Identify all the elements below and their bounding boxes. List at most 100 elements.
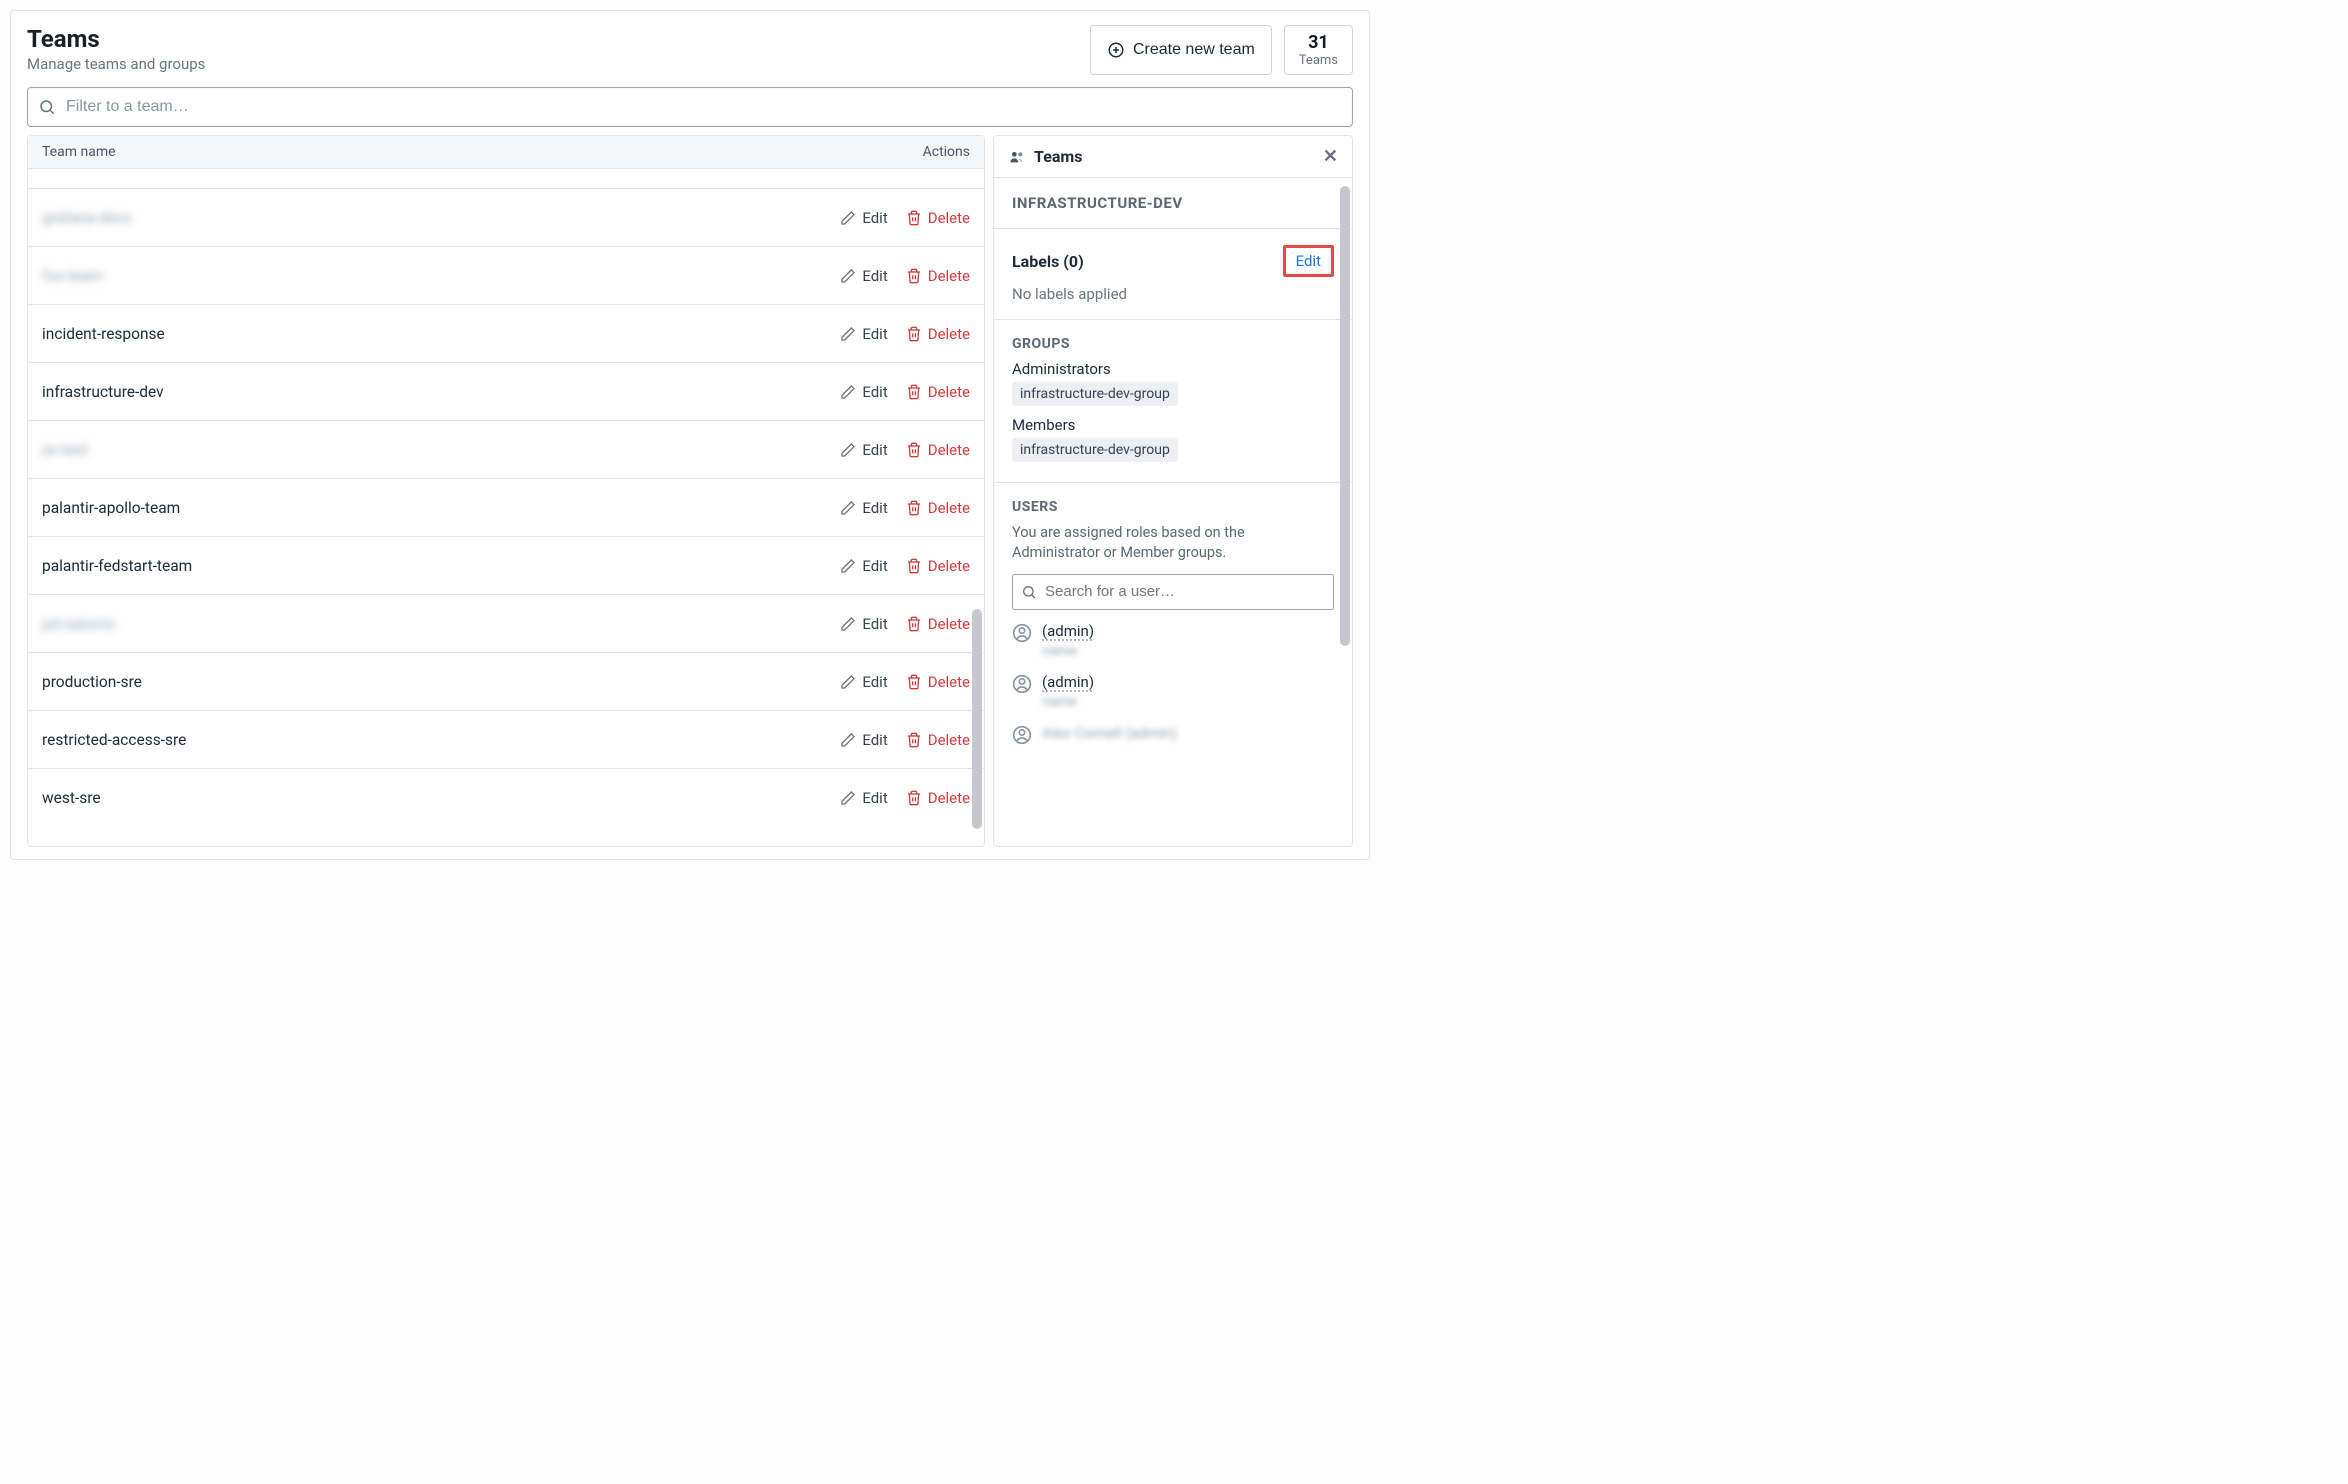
team-name-cell: infrastructure-dev	[42, 383, 840, 401]
table-row[interactable]: incident-responseEditDelete	[28, 305, 984, 363]
edit-label: Edit	[862, 615, 887, 633]
trash-icon	[906, 674, 922, 690]
edit-button[interactable]: Edit	[840, 731, 887, 749]
filter-input-wrap[interactable]	[27, 87, 1353, 127]
team-details-panel: Teams ✕ INFRASTRUCTURE-DEV Labels (0) Ed…	[993, 135, 1353, 847]
delete-button[interactable]: Delete	[906, 209, 970, 227]
avatar	[1012, 725, 1032, 745]
avatar	[1012, 623, 1032, 643]
groups-heading: GROUPS	[1012, 336, 1334, 352]
col-team-name: Team name	[42, 144, 810, 160]
page-title: Teams	[27, 25, 1090, 53]
edit-label: Edit	[862, 325, 887, 343]
pencil-icon	[840, 268, 856, 284]
table-row[interactable]: restricted-access-sreEditDelete	[28, 711, 984, 769]
edit-label: Edit	[862, 789, 887, 807]
trash-icon	[906, 732, 922, 748]
plus-circle-icon	[1107, 41, 1125, 59]
trash-icon	[906, 500, 922, 516]
page-subtitle: Manage teams and groups	[27, 55, 1090, 73]
team-name-cell: jw-test	[42, 441, 840, 459]
user-search-input[interactable]	[1043, 582, 1325, 601]
details-title: Teams	[1034, 147, 1323, 166]
delete-button[interactable]: Delete	[906, 267, 970, 285]
table-row[interactable]: palantir-apollo-team Edit Delete	[28, 479, 984, 537]
edit-button[interactable]: Edit	[840, 673, 887, 691]
delete-button[interactable]: Delete	[906, 673, 970, 691]
team-name-cell: grafana-devs	[42, 209, 840, 227]
edit-button[interactable]: Edit	[840, 325, 887, 343]
administrators-label: Administrators	[1012, 360, 1334, 378]
user-row[interactable]: (admin) name	[1012, 673, 1334, 710]
selected-team-name: INFRASTRUCTURE-DEV	[1012, 194, 1334, 212]
user-circle-icon	[1012, 623, 1032, 643]
user-row[interactable]: (admin)name	[1012, 622, 1334, 659]
table-scrollbar[interactable]	[972, 609, 982, 829]
create-team-label: Create new team	[1133, 41, 1255, 59]
avatar	[1012, 674, 1032, 694]
table-row[interactable]: infrastructure-devEdit Delete	[28, 363, 984, 421]
close-icon[interactable]: ✕	[1323, 146, 1338, 167]
users-heading: USERS	[1012, 499, 1334, 515]
team-count-label: Teams	[1299, 53, 1338, 68]
edit-button[interactable]: Edit	[840, 557, 887, 575]
team-count-number: 31	[1299, 32, 1338, 53]
pencil-icon	[840, 384, 856, 400]
pencil-icon	[840, 500, 856, 516]
delete-button[interactable]: Delete	[906, 499, 970, 517]
create-team-button[interactable]: Create new team	[1090, 25, 1272, 75]
delete-button[interactable]: Delete	[906, 557, 970, 575]
user-search-wrap[interactable]	[1012, 574, 1334, 610]
member-group-chip[interactable]: infrastructure-dev-group	[1012, 438, 1178, 462]
admin-group-chip[interactable]: infrastructure-dev-group	[1012, 382, 1178, 406]
trash-icon	[906, 326, 922, 342]
user-subtext: name	[1042, 694, 1094, 710]
people-icon	[1008, 149, 1026, 165]
table-row[interactable]: palantir-fedstart-teamEditDelete	[28, 537, 984, 595]
col-actions: Actions	[810, 144, 970, 160]
delete-button[interactable]: Delete	[906, 325, 970, 343]
trash-icon	[906, 616, 922, 632]
labels-empty-text: No labels applied	[1012, 285, 1334, 303]
pencil-icon	[840, 616, 856, 632]
delete-button[interactable]: Delete	[906, 789, 970, 807]
edit-button[interactable]: Edit	[840, 441, 887, 459]
user-row[interactable]: Alex Cornell (admin)	[1012, 724, 1334, 745]
table-row[interactable]: front-end-devEditDelete	[28, 169, 984, 189]
pencil-icon	[840, 732, 856, 748]
table-row[interactable]: grafana-devsEdit Delete	[28, 189, 984, 247]
members-label: Members	[1012, 416, 1334, 434]
edit-button[interactable]: Edit	[840, 267, 887, 285]
table-row[interactable]: jw-test Edit Delete	[28, 421, 984, 479]
edit-label: Edit	[862, 499, 887, 517]
table-row[interactable]: west-sreEditDelete	[28, 769, 984, 827]
table-row[interactable]: pd-saturnsEditDelete	[28, 595, 984, 653]
team-name-cell: fox-team	[42, 267, 840, 285]
trash-icon	[906, 384, 922, 400]
delete-button[interactable]: Delete	[906, 383, 970, 401]
details-scrollbar[interactable]	[1340, 186, 1350, 646]
edit-button[interactable]: Edit	[840, 789, 887, 807]
edit-labels-button[interactable]: Edit	[1283, 245, 1334, 277]
pencil-icon	[840, 442, 856, 458]
teams-table: Team name Actions front-end-devEditDelet…	[27, 135, 985, 847]
edit-label: Edit	[862, 441, 887, 459]
edit-button[interactable]: Edit	[840, 499, 887, 517]
users-note: You are assigned roles based on the Admi…	[1012, 523, 1334, 564]
pencil-icon	[840, 210, 856, 226]
edit-button[interactable]: Edit	[840, 209, 887, 227]
delete-label: Delete	[928, 209, 970, 227]
edit-button[interactable]: Edit	[840, 383, 887, 401]
delete-button[interactable]: Delete	[906, 731, 970, 749]
user-name: (admin)	[1042, 673, 1094, 691]
team-name-cell: palantir-apollo-team	[42, 499, 840, 517]
delete-button[interactable]: Delete	[906, 615, 970, 633]
delete-button[interactable]: Delete	[906, 441, 970, 459]
filter-input[interactable]	[64, 97, 1342, 117]
team-count-card: 31 Teams	[1284, 25, 1353, 75]
table-row[interactable]: production-sreEditDelete	[28, 653, 984, 711]
table-row[interactable]: fox-teamEdit Delete	[28, 247, 984, 305]
edit-button[interactable]: Edit	[840, 615, 887, 633]
trash-icon	[906, 442, 922, 458]
delete-label: Delete	[928, 731, 970, 749]
